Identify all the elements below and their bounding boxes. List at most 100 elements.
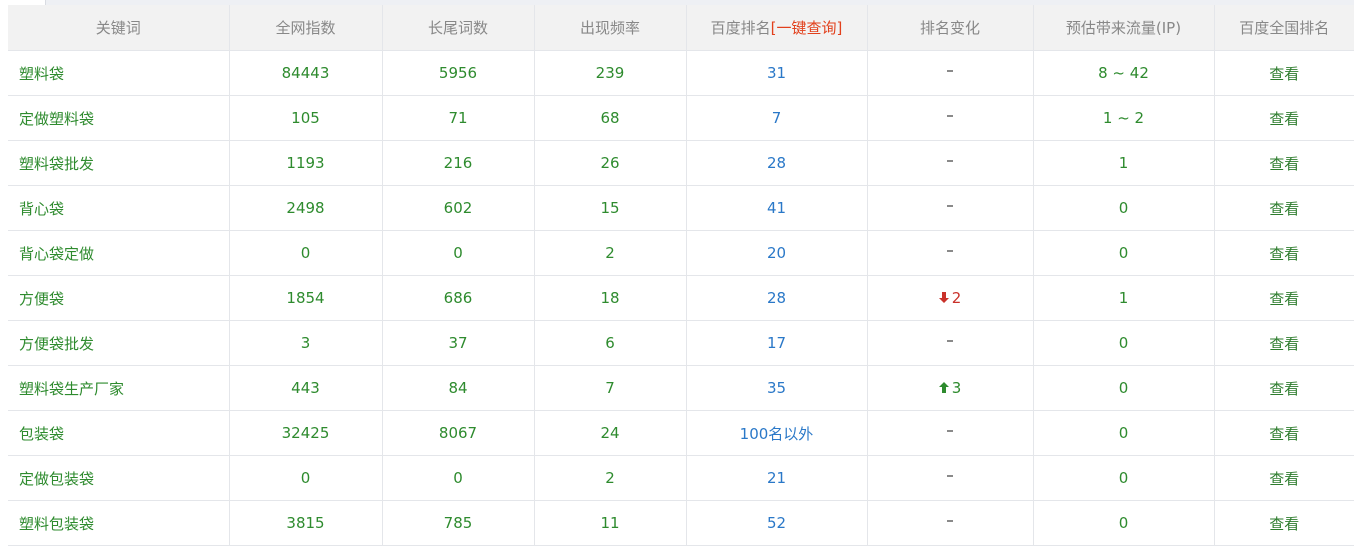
view-national-rank-link[interactable]: 查看: [1214, 500, 1354, 546]
one-click-query-link[interactable]: [一键查询]: [771, 19, 843, 37]
table-row: 方便袋批发 3 37 6 17 0 查看: [8, 320, 1354, 366]
longtail-cell: 216: [382, 140, 535, 186]
keyword-cell: 方便袋批发: [8, 320, 230, 366]
view-national-rank-link[interactable]: 查看: [1214, 455, 1354, 501]
index-cell: 1193: [229, 140, 383, 186]
baidu-rank-link[interactable]: 17: [686, 320, 868, 366]
view-national-rank-link[interactable]: 查看: [1214, 230, 1354, 276]
longtail-cell: 5956: [382, 50, 535, 96]
baidu-rank-link[interactable]: 28: [686, 275, 868, 321]
frequency-cell: 7: [534, 365, 687, 411]
keyword-cell: 方便袋: [8, 275, 230, 321]
longtail-cell: 0: [382, 230, 535, 276]
traffic-cell: 0: [1033, 320, 1215, 366]
index-cell: 1854: [229, 275, 383, 321]
no-change-dash: [947, 249, 953, 252]
rank-change-cell: [867, 95, 1034, 141]
col-header-longtail: 长尾词数: [382, 5, 535, 51]
baidu-rank-link[interactable]: 28: [686, 140, 868, 186]
view-national-rank-link[interactable]: 查看: [1214, 185, 1354, 231]
baidu-rank-link[interactable]: 31: [686, 50, 868, 96]
rank-change-value: 3: [951, 378, 962, 397]
table-row: 定做塑料袋 105 71 68 7 1 ~ 2 查看: [8, 95, 1354, 141]
view-national-rank-link[interactable]: 查看: [1214, 320, 1354, 366]
baidu-rank-link[interactable]: 35: [686, 365, 868, 411]
col-header-keyword: 关键词: [8, 5, 230, 51]
col-header-traffic: 预估带来流量(IP): [1033, 5, 1215, 51]
frequency-cell: 18: [534, 275, 687, 321]
rank-change-cell: [867, 455, 1034, 501]
rank-up-arrow-icon: [938, 382, 949, 394]
keyword-cell: 定做塑料袋: [8, 95, 230, 141]
traffic-cell: 0: [1033, 230, 1215, 276]
traffic-cell: 0: [1033, 185, 1215, 231]
longtail-cell: 84: [382, 365, 535, 411]
baidu-rank-link[interactable]: 41: [686, 185, 868, 231]
col-header-rank-change: 排名变化: [867, 5, 1034, 51]
rank-change-cell: 3: [867, 365, 1034, 411]
no-change-dash: [947, 339, 953, 342]
no-change-dash: [947, 114, 953, 117]
index-cell: 443: [229, 365, 383, 411]
rank-change-cell: [867, 230, 1034, 276]
rank-header-label: 百度排名: [710, 19, 771, 37]
index-cell: 2498: [229, 185, 383, 231]
index-cell: 84443: [229, 50, 383, 96]
rank-change-cell: [867, 185, 1034, 231]
baidu-rank-link[interactable]: 52: [686, 500, 868, 546]
traffic-cell: 0: [1033, 500, 1215, 546]
keyword-cell: 塑料袋: [8, 50, 230, 96]
longtail-cell: 785: [382, 500, 535, 546]
table-row: 塑料袋生产厂家 443 84 7 35 3 0 查看: [8, 365, 1354, 411]
rank-change-cell: [867, 50, 1034, 96]
keyword-cell: 定做包装袋: [8, 455, 230, 501]
view-national-rank-link[interactable]: 查看: [1214, 95, 1354, 141]
rank-change-indicator: 3: [938, 378, 962, 397]
view-national-rank-link[interactable]: 查看: [1214, 365, 1354, 411]
view-national-rank-link[interactable]: 查看: [1214, 275, 1354, 321]
keyword-cell: 背心袋: [8, 185, 230, 231]
traffic-cell: 0: [1033, 455, 1215, 501]
baidu-rank-link[interactable]: 21: [686, 455, 868, 501]
baidu-rank-link[interactable]: 20: [686, 230, 868, 276]
no-change-dash: [947, 519, 953, 522]
traffic-cell: 1 ~ 2: [1033, 95, 1215, 141]
frequency-cell: 6: [534, 320, 687, 366]
frequency-cell: 26: [534, 140, 687, 186]
view-national-rank-link[interactable]: 查看: [1214, 50, 1354, 96]
rank-change-cell: 2: [867, 275, 1034, 321]
rank-change-cell: [867, 410, 1034, 456]
no-change-dash: [947, 429, 953, 432]
longtail-cell: 0: [382, 455, 535, 501]
view-national-rank-link[interactable]: 查看: [1214, 410, 1354, 456]
frequency-cell: 11: [534, 500, 687, 546]
rank-change-cell: [867, 500, 1034, 546]
frequency-cell: 68: [534, 95, 687, 141]
traffic-cell: 0: [1033, 365, 1215, 411]
keyword-cell: 背心袋定做: [8, 230, 230, 276]
table-row: 塑料包装袋 3815 785 11 52 0 查看: [8, 500, 1354, 546]
index-cell: 32425: [229, 410, 383, 456]
col-header-frequency: 出现频率: [534, 5, 687, 51]
baidu-rank-link[interactable]: 100名以外: [686, 410, 868, 456]
rank-change-value: 2: [951, 288, 962, 307]
rank-change-indicator: 2: [938, 288, 962, 307]
table-row: 塑料袋 84443 5956 239 31 8 ~ 42 查看: [8, 50, 1354, 96]
index-cell: 3815: [229, 500, 383, 546]
view-national-rank-link[interactable]: 查看: [1214, 140, 1354, 186]
index-cell: 3: [229, 320, 383, 366]
frequency-cell: 239: [534, 50, 687, 96]
baidu-rank-link[interactable]: 7: [686, 95, 868, 141]
no-change-dash: [947, 69, 953, 72]
table-row: 方便袋 1854 686 18 28 2 1 查看: [8, 275, 1354, 321]
table-row: 背心袋定做 0 0 2 20 0 查看: [8, 230, 1354, 276]
rank-change-cell: [867, 320, 1034, 366]
no-change-dash: [947, 159, 953, 162]
keyword-cell: 塑料包装袋: [8, 500, 230, 546]
traffic-cell: 1: [1033, 140, 1215, 186]
keyword-cell: 塑料袋批发: [8, 140, 230, 186]
longtail-cell: 686: [382, 275, 535, 321]
index-cell: 0: [229, 230, 383, 276]
no-change-dash: [947, 474, 953, 477]
frequency-cell: 15: [534, 185, 687, 231]
